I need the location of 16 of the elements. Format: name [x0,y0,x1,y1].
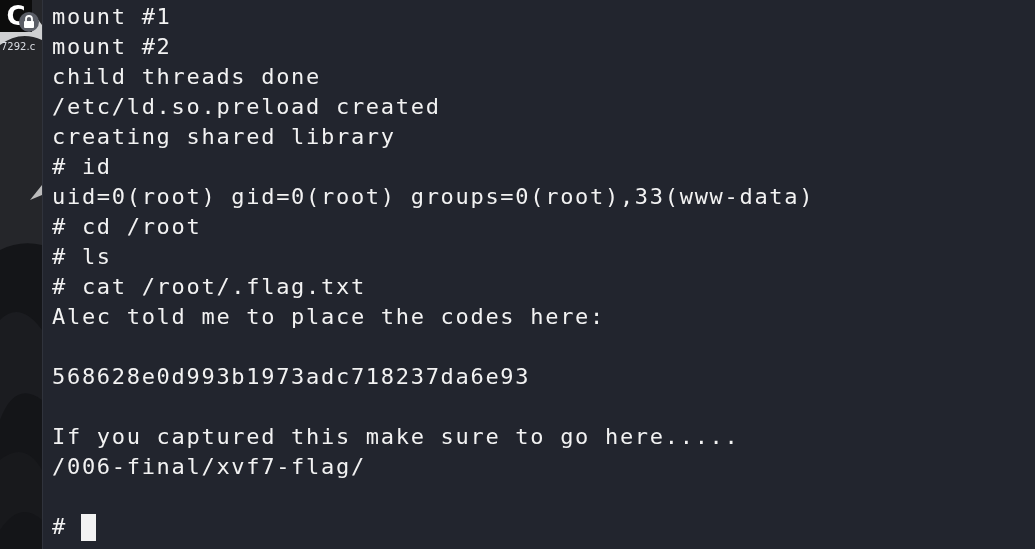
terminal-line: 568628e0d993b1973adc718237da6e93 [52,363,531,391]
terminal-line: mount #1 [52,3,172,31]
terminal-line: Alec told me to place the codes here: [52,303,605,331]
terminal-line: mount #2 [52,33,172,61]
tab-title[interactable]: 7292.c [1,41,36,52]
terminal-line: # id [52,153,112,181]
terminal-prompt: # [52,513,67,541]
terminal-line: # ls [52,243,112,271]
terminal-line: uid=0(root) gid=0(root) groups=0(root),33(www-data) [52,183,815,211]
terminal-line: child threads done [52,63,321,91]
terminal-line: /etc/ld.so.preload created [52,93,441,121]
terminal-line: # cd /root [52,213,202,241]
terminal-line: creating shared library [52,123,396,151]
terminal-line: # cat /root/.flag.txt [52,273,366,301]
terminal-line: /006-final/xvf7-flag/ [52,453,366,481]
terminal-line: If you captured this make sure to go here..... [52,423,740,451]
